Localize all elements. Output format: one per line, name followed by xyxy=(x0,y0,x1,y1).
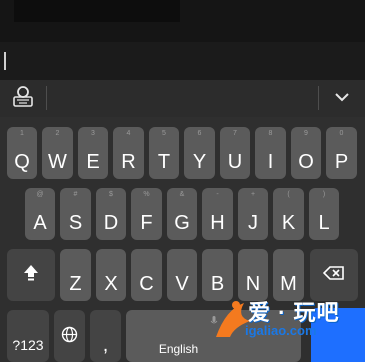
key-u[interactable]: 7U xyxy=(220,127,250,179)
symbols-label: ?123 xyxy=(12,337,44,353)
shift-arrow-icon xyxy=(24,265,38,281)
keyboard-toolbar xyxy=(0,80,365,117)
key-hint: 1 xyxy=(20,130,24,137)
key-x[interactable]: X xyxy=(96,249,126,301)
key-hint: + xyxy=(250,191,256,198)
key-h[interactable]: -H xyxy=(202,188,233,240)
key-r[interactable]: 4R xyxy=(113,127,144,179)
key-c[interactable]: C xyxy=(131,249,162,301)
key-label: W xyxy=(48,151,67,173)
toolbar-divider xyxy=(46,86,47,110)
key-label: M xyxy=(280,273,297,295)
key-w[interactable]: 2W xyxy=(42,127,73,179)
key-label: C xyxy=(139,273,154,295)
key-label: H xyxy=(210,212,225,234)
key-label: N xyxy=(245,273,261,295)
key-label: X xyxy=(104,273,118,295)
key-e[interactable]: 3E xyxy=(78,127,108,179)
key-y[interactable]: 6Y xyxy=(184,127,215,179)
key-label: K xyxy=(281,212,296,234)
key-hint: $ xyxy=(109,191,113,198)
key-p[interactable]: 0P xyxy=(326,127,357,179)
space-label: English xyxy=(158,342,199,356)
key-label: L xyxy=(318,212,330,234)
key-hint: 4 xyxy=(126,130,131,137)
key-hint: 9 xyxy=(304,130,308,137)
key-label: Y xyxy=(192,151,207,173)
key-hint: 0 xyxy=(339,130,344,137)
chevron-down-icon[interactable] xyxy=(331,88,353,106)
globe-icon xyxy=(61,326,78,343)
key-n[interactable]: N xyxy=(238,249,268,301)
text-input-field[interactable] xyxy=(0,42,365,80)
key-hint: 3 xyxy=(91,130,95,137)
key-s[interactable]: # S xyxy=(60,188,91,240)
key-f[interactable]: % F xyxy=(131,188,162,240)
shift-key[interactable] xyxy=(7,249,55,301)
key-hint: % xyxy=(143,191,150,198)
key-l[interactable]: ) L xyxy=(309,188,339,240)
key-hint: 7 xyxy=(233,130,237,137)
key-hint: # xyxy=(73,191,78,198)
key-label: T xyxy=(157,151,171,173)
key-label: I xyxy=(267,151,274,173)
symbols-key[interactable]: ?123 xyxy=(7,310,49,362)
key-t[interactable]: 5T xyxy=(149,127,179,179)
key-hint: 2 xyxy=(55,130,60,137)
key-label: J xyxy=(248,212,258,234)
key-v[interactable]: V xyxy=(167,249,197,301)
key-a[interactable]: @ A xyxy=(25,188,55,240)
key-hint: ) xyxy=(322,191,326,198)
key-k[interactable]: (K xyxy=(273,188,304,240)
key-b[interactable]: B xyxy=(202,249,233,301)
key-label: V xyxy=(175,273,189,295)
key-g[interactable]: & G xyxy=(167,188,197,240)
key-label: G xyxy=(174,212,190,234)
watermark-url: igaliao.com xyxy=(245,323,317,338)
key-m[interactable]: M xyxy=(273,249,304,301)
key-hint: 6 xyxy=(197,130,202,137)
key-j[interactable]: + J xyxy=(238,188,268,240)
key-label: P xyxy=(334,151,349,173)
key-label: Z xyxy=(69,273,82,295)
key-hint: ( xyxy=(287,191,290,198)
key-label: R xyxy=(121,151,136,173)
key-label: Q xyxy=(14,151,30,173)
backspace-key[interactable] xyxy=(310,249,358,301)
key-o[interactable]: 9O xyxy=(291,127,321,179)
key-hint: - xyxy=(216,191,219,198)
key-hint: & xyxy=(179,191,185,198)
key-label: S xyxy=(68,212,83,234)
key-label: A xyxy=(33,212,47,234)
key-label: D xyxy=(103,212,119,234)
text-cursor xyxy=(4,52,6,70)
backspace-icon xyxy=(323,266,344,280)
key-label: E xyxy=(86,151,100,173)
key-label: F xyxy=(140,212,153,234)
top-panel xyxy=(14,0,180,22)
key-hint: @ xyxy=(36,191,44,198)
key-i[interactable]: 8I xyxy=(255,127,286,179)
key-z[interactable]: Z xyxy=(60,249,91,301)
key-hint: 8 xyxy=(268,130,273,137)
key-d[interactable]: $ D xyxy=(96,188,126,240)
key-label: U xyxy=(227,151,243,173)
toolbar-divider xyxy=(318,86,319,110)
key-label: B xyxy=(210,273,225,295)
key-q[interactable]: 1Q xyxy=(7,127,37,179)
key-hint: 5 xyxy=(162,130,166,137)
keyboard-tool-icon[interactable] xyxy=(11,86,35,108)
key-label: O xyxy=(298,151,314,173)
